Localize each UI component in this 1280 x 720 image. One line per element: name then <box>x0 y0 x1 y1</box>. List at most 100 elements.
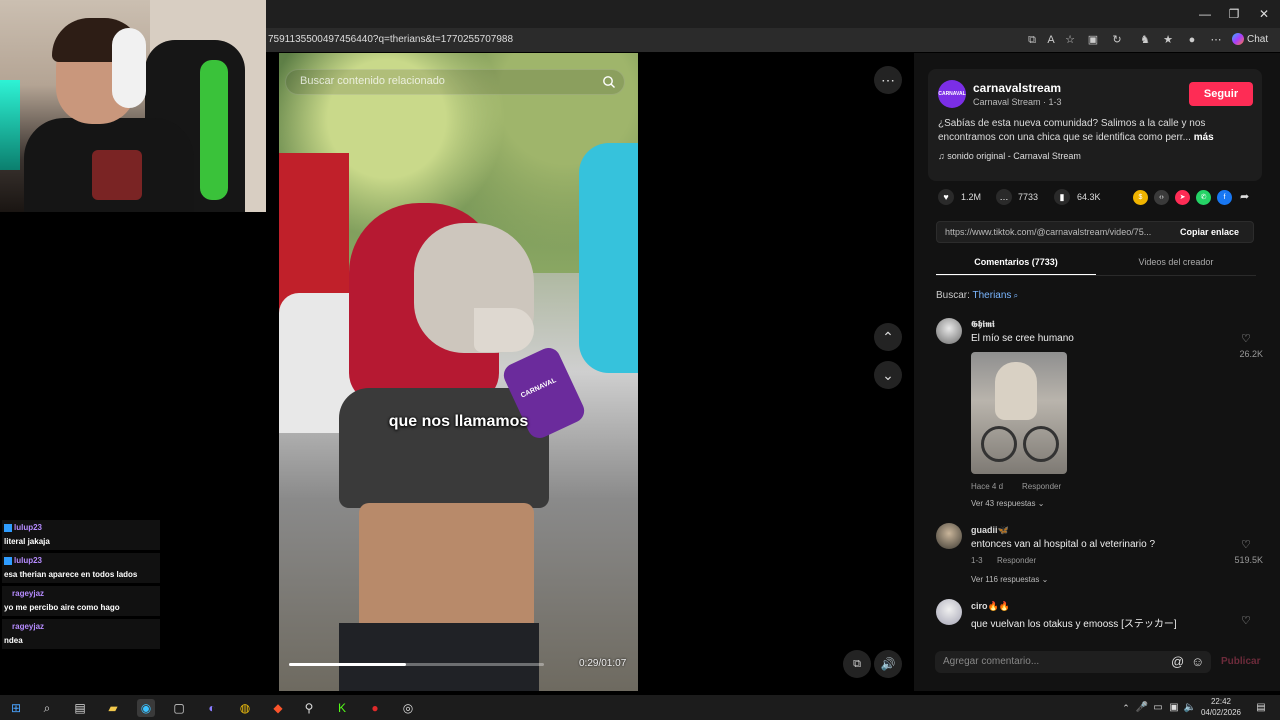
description-text: ¿Sabías de esta nueva comunidad? Salimos… <box>938 118 1206 143</box>
previous-video-button[interactable]: ⌃ <box>874 323 902 351</box>
view-replies-button[interactable]: Ver 43 respuestas ⌄ <box>971 499 1044 508</box>
creator-avatar[interactable]: CARNAVAL <box>938 80 966 108</box>
extensions-icon[interactable]: ♞ <box>1137 32 1153 48</box>
comment-username[interactable]: ciro🔥🔥 <box>971 601 1010 612</box>
chrome-icon[interactable]: ◍ <box>236 699 254 717</box>
search-icon[interactable] <box>602 75 616 89</box>
url-text[interactable]: 7591135500497456440?q=therians&t=1770255… <box>268 34 513 45</box>
system-clock[interactable]: 22:42 04/02/2026 <box>1196 696 1246 718</box>
picture-in-picture-button[interactable]: ⧉ <box>843 650 871 678</box>
windows-start-icon[interactable]: ⊞ <box>7 699 25 717</box>
favorite-star-icon[interactable]: ☆ <box>1062 32 1078 48</box>
reply-button[interactable]: Responder <box>1022 482 1061 491</box>
translate-icon[interactable]: A <box>1043 32 1059 48</box>
tab-comments[interactable]: Comentarios (7733) <box>936 252 1096 276</box>
clock-time: 22:42 <box>1210 697 1232 706</box>
comment-text: entonces van al hospital o al veterinari… <box>971 539 1156 550</box>
file-explorer-icon[interactable]: ▰ <box>104 699 122 717</box>
kick-icon[interactable]: K <box>333 699 351 717</box>
search-term-link[interactable]: Therians <box>973 290 1012 301</box>
publish-button[interactable]: Publicar <box>1221 656 1260 667</box>
coin-icon[interactable]: $ <box>1133 190 1148 205</box>
comment-image[interactable] <box>971 352 1067 474</box>
comment-avatar[interactable] <box>936 318 962 344</box>
task-view-icon[interactable]: ▤ <box>71 699 89 717</box>
embed-icon[interactable]: ‹› <box>1154 190 1169 205</box>
video-time: 0:29/01:07 <box>579 658 627 669</box>
comment-username[interactable]: guadii🦋 <box>971 525 1009 536</box>
split-screen-icon[interactable]: ▣ <box>1085 32 1101 48</box>
share-arrow-icon[interactable]: ➦ <box>1240 190 1249 203</box>
favorites-icon[interactable]: ★ <box>1160 32 1176 48</box>
taskbar: ⊞ ⌕ ▤ ▰ ◉ ▢ ◐ ◍ ◆ ⚲ K ● ◎ ⌃ 🎤 ▭ ▣ 🔈 22:4… <box>0 695 1280 720</box>
chat-text: yo me percibo aire como hago <box>4 603 120 612</box>
video-dark-pants <box>339 623 539 691</box>
mention-icon[interactable]: @ <box>1171 654 1184 669</box>
comment-placeholder[interactable]: Agregar comentario... <box>943 656 1039 667</box>
emoji-icon[interactable]: ☺ <box>1191 654 1204 669</box>
video-player[interactable]: CARNAVAL Buscar contenido relacionado qu… <box>279 53 638 691</box>
bookmark-icon[interactable]: ▮ <box>1054 189 1070 205</box>
recorder-icon[interactable]: ● <box>366 699 384 717</box>
copy-link-button[interactable]: Copiar enlace <box>1180 227 1239 237</box>
music-note-icon: ♫ <box>938 151 948 161</box>
likes-count: 1.2M <box>961 192 982 202</box>
view-replies-button[interactable]: Ver 116 respuestas ⌄ <box>971 575 1048 584</box>
details-panel: CARNAVAL carnavalstream Carnaval Stream … <box>914 53 1280 691</box>
obs-icon[interactable]: ◎ <box>399 699 417 717</box>
related-search-box[interactable]: Buscar contenido relacionado <box>285 69 625 95</box>
notepad-icon[interactable]: ▢ <box>170 699 188 717</box>
reply-button[interactable]: Responder <box>997 556 1036 565</box>
comment-avatar[interactable] <box>936 599 962 625</box>
close-button[interactable]: ✕ <box>1249 4 1279 24</box>
comment-heart-icon[interactable]: ♡ <box>1241 538 1251 551</box>
comment-like-count: 26.2K <box>1239 349 1263 359</box>
comment-username[interactable]: 𝕲𝖍𝖎𝖒𝖎 <box>971 319 995 330</box>
webcam-chair-stripe <box>200 60 228 200</box>
comment-input[interactable]: Agregar comentario... @ ☺ <box>935 651 1211 673</box>
follow-button[interactable]: Seguir <box>1189 82 1253 106</box>
search-prefix: Buscar: <box>936 290 970 301</box>
profile-icon[interactable]: ● <box>1184 32 1200 48</box>
more-menu-icon[interactable]: ⋯ <box>1208 32 1224 48</box>
more-link[interactable]: más <box>1194 132 1214 143</box>
edge-browser-icon[interactable]: ◉ <box>137 699 155 717</box>
tab-creator-videos[interactable]: Videos del creador <box>1096 252 1256 276</box>
related-search-placeholder[interactable]: Buscar contenido relacionado <box>300 75 445 87</box>
video-blue-costume <box>579 143 638 373</box>
sound-name[interactable]: sonido original - Carnaval Stream <box>947 151 1081 161</box>
notifications-icon[interactable]: ▤ <box>1252 699 1270 717</box>
comment-heart-icon[interactable]: ♡ <box>1241 614 1251 627</box>
creator-name[interactable]: carnavalstream <box>973 81 1061 95</box>
sound-info[interactable]: ♫ sonido original - Carnaval Stream <box>938 151 1081 161</box>
more-options-button[interactable]: ⋯ <box>874 66 902 94</box>
magnifier-app-icon[interactable]: ⚲ <box>300 699 318 717</box>
chat-text: literal jakaja <box>4 537 50 546</box>
discord-icon[interactable]: ◐ <box>203 699 221 717</box>
comment-icon[interactable]: … <box>996 189 1012 205</box>
video-progress-bar[interactable] <box>289 663 544 666</box>
minimize-button[interactable]: — <box>1190 4 1220 24</box>
comment-heart-icon[interactable]: ♡ <box>1241 332 1251 345</box>
heart-icon[interactable]: ♥ <box>938 189 954 205</box>
video-link[interactable]: https://www.tiktok.com/@carnavalstream/v… <box>945 227 1175 237</box>
chat-text: ndea <box>4 636 23 645</box>
copilot-icon <box>1232 33 1244 46</box>
comment-avatar[interactable] <box>936 523 962 549</box>
stream-chat-message: esa therian aparece en todos lados <box>2 567 160 583</box>
copilot-chat-button[interactable]: Chat <box>1232 31 1276 49</box>
volume-button[interactable]: 🔊 <box>874 650 902 678</box>
send-icon[interactable]: ➤ <box>1175 190 1190 205</box>
open-app-icon[interactable]: ⧉ <box>1024 32 1040 48</box>
bike-wheel <box>1023 426 1059 462</box>
magnifier-icon: ⌕ <box>1011 291 1019 300</box>
refresh-icon[interactable]: ↻ <box>1109 32 1125 48</box>
maximize-button[interactable]: ❐ <box>1219 4 1249 24</box>
facebook-icon[interactable]: f <box>1217 190 1232 205</box>
brave-icon[interactable]: ◆ <box>269 699 287 717</box>
video-wolf-snout <box>474 308 534 352</box>
webcam-shirt-print <box>92 150 142 200</box>
whatsapp-icon[interactable]: ✆ <box>1196 190 1211 205</box>
search-icon[interactable]: ⌕ <box>38 699 56 717</box>
next-video-button[interactable]: ⌄ <box>874 361 902 389</box>
